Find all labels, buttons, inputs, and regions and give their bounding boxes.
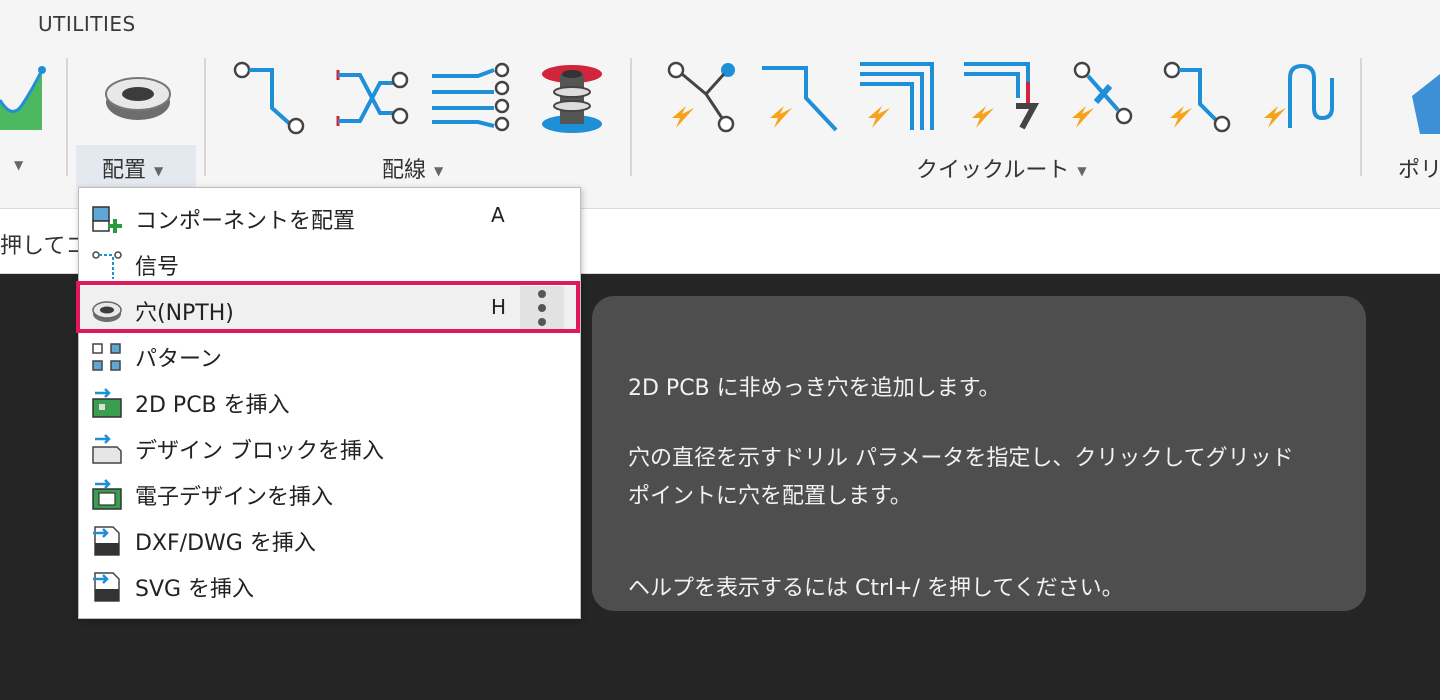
quickroute-fanout-icon[interactable] xyxy=(962,58,1042,142)
quickroute-trace-icon[interactable] xyxy=(760,58,840,142)
menu-item-hole-npth[interactable]: 穴(NPTH) H xyxy=(79,286,580,332)
signal-icon xyxy=(92,251,122,279)
group-caret[interactable]: ▼ xyxy=(6,152,23,177)
chevron-down-icon: ▼ xyxy=(434,164,444,178)
tooltip-help-hint: ヘルプを表示するには Ctrl+/ を押してください。 xyxy=(628,576,1124,601)
quickroute-bus-icon[interactable] xyxy=(858,58,942,142)
insert-2d-pcb-icon xyxy=(92,388,122,418)
placement-group-label: 配置 xyxy=(102,158,147,183)
placement-dropdown-menu: コンポーネントを配置 A 信号 穴(NPTH) H パターン 2D PCB を挿… xyxy=(78,187,581,619)
menu-item-label: SVG を挿入 xyxy=(135,577,255,602)
group-divider xyxy=(204,58,206,176)
curve-tool-icon[interactable] xyxy=(0,60,50,134)
quickroute-single-icon[interactable] xyxy=(1160,58,1240,142)
chevron-down-icon: ▼ xyxy=(1077,164,1087,178)
quickroute-group-label: クイックルート xyxy=(916,158,1070,183)
menu-item-insert-svg[interactable]: SVG を挿入 xyxy=(79,562,580,608)
pattern-icon xyxy=(92,343,121,371)
group-divider xyxy=(1360,58,1362,176)
menu-item-label: コンポーネントを配置 xyxy=(135,209,356,234)
insert-dxf-icon xyxy=(93,526,120,556)
component-place-icon xyxy=(92,206,122,233)
insert-svg-icon xyxy=(93,572,120,602)
menu-item-insert-design-block[interactable]: デザイン ブロックを挿入 xyxy=(79,424,580,470)
quickroute-net-icon[interactable] xyxy=(662,58,742,142)
routing-group-dropdown[interactable]: 配線 ▼ xyxy=(382,152,443,184)
route-icon[interactable] xyxy=(232,58,312,142)
chevron-down-icon: ▼ xyxy=(154,164,164,178)
quickroute-via-icon[interactable] xyxy=(1062,58,1142,142)
hint-text: 押してコ xyxy=(0,234,88,259)
menu-item-insert-electronic-design[interactable]: 電子デザインを挿入 xyxy=(79,470,580,516)
insert-design-block-icon xyxy=(92,434,122,464)
menu-item-label: パターン xyxy=(135,347,222,372)
quickroute-group-dropdown[interactable]: クイックルート ▼ xyxy=(916,152,1087,184)
bus-route-icon[interactable] xyxy=(432,62,516,136)
routing-group-label: 配線 xyxy=(382,158,427,183)
hole-tool-icon[interactable] xyxy=(104,74,172,128)
polygon-group-label[interactable]: ポリ xyxy=(1398,152,1440,184)
tooltip-description: 2D PCB に非めっき穴を追加します。 xyxy=(628,376,1001,401)
polygon-icon[interactable] xyxy=(1410,74,1440,138)
menu-item-insert-dxf-dwg[interactable]: DXF/DWG を挿入 xyxy=(79,516,580,562)
swap-route-icon[interactable] xyxy=(330,58,414,142)
menu-item-label: 穴(NPTH) xyxy=(135,301,234,326)
command-tooltip: 2D PCB に非めっき穴を追加します。 穴の直径を示すドリル パラメータを指定… xyxy=(592,296,1366,611)
menu-item-label: デザイン ブロックを挿入 xyxy=(135,439,384,464)
quickroute-meander-icon[interactable] xyxy=(1260,58,1340,142)
more-options-button[interactable] xyxy=(520,286,564,330)
menu-item-label: DXF/DWG を挿入 xyxy=(135,531,316,556)
menu-item-label: 2D PCB を挿入 xyxy=(135,393,290,418)
tab-utilities[interactable]: UTILITIES xyxy=(38,12,136,36)
menu-item-place-component[interactable]: コンポーネントを配置 A xyxy=(79,194,580,240)
placement-group-dropdown[interactable]: 配置 ▼ xyxy=(102,152,163,184)
hole-icon xyxy=(92,301,122,322)
via-icon[interactable] xyxy=(540,62,604,138)
group-divider xyxy=(630,58,632,176)
menu-item-shortcut: H xyxy=(491,295,507,319)
menu-item-label: 電子デザインを挿入 xyxy=(135,485,334,510)
menu-item-pattern[interactable]: パターン xyxy=(79,332,580,378)
group-divider xyxy=(66,58,68,176)
toolbar-ribbon: UTILITIES ▼ 配置 ▼ 配線 ▼ クイックルート ▼ ポリ xyxy=(0,0,1440,209)
menu-item-signal[interactable]: 信号 xyxy=(79,240,580,286)
tooltip-detail-line1: 穴の直径を示すドリル パラメータを指定し、クリックしてグリッド xyxy=(628,446,1294,471)
menu-item-insert-2d-pcb[interactable]: 2D PCB を挿入 xyxy=(79,378,580,424)
menu-item-shortcut: A xyxy=(491,203,505,227)
insert-electronic-design-icon xyxy=(92,479,122,510)
menu-item-label: 信号 xyxy=(135,255,180,280)
tooltip-detail-line2: ポイントに穴を配置します。 xyxy=(628,484,912,509)
